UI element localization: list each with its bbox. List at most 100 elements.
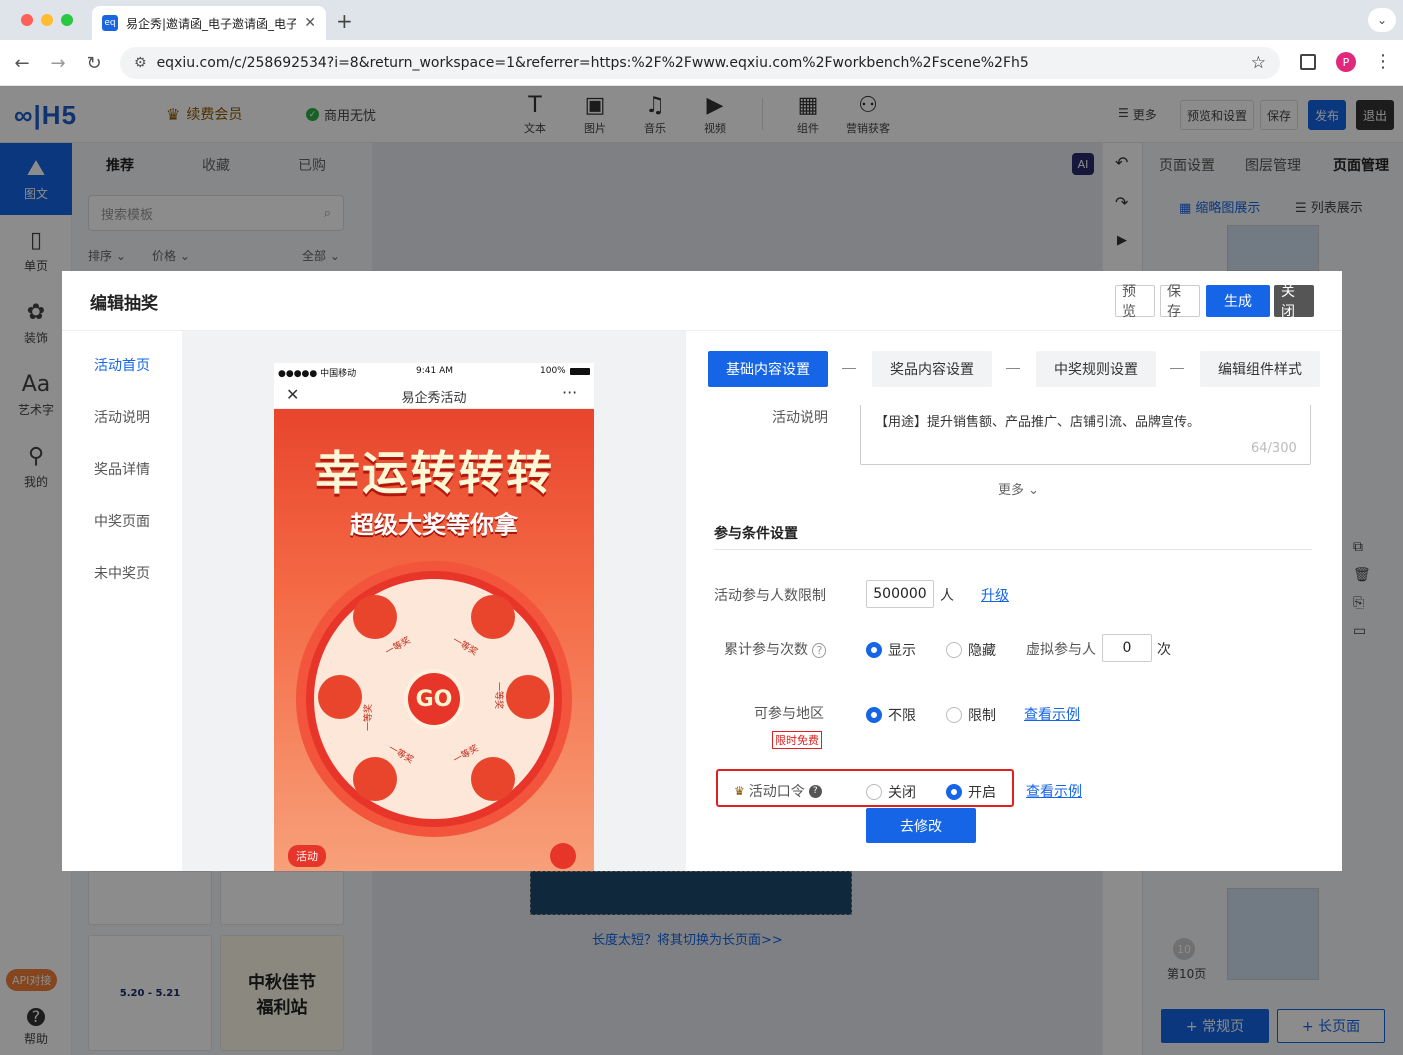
radio-selected-icon <box>946 784 962 800</box>
virtual-participants-input[interactable]: 0 <box>1102 634 1152 662</box>
carrier-label: ●●●●● 中国移动 <box>278 369 357 379</box>
chevron-down-icon: ⌄ <box>1028 483 1040 498</box>
modal-close-button[interactable]: 关闭 <box>1274 284 1314 320</box>
radio-selected-icon <box>866 707 882 723</box>
browser-tab-bar: eq 易企秀|邀请函_电子邀请函_电子 ✕ + ⌄ <box>0 0 1403 40</box>
radio-label: 不限 <box>888 708 916 724</box>
limit-label: 活动参与人数限制 <box>714 588 826 604</box>
step-style[interactable]: 编辑组件样式 <box>1200 351 1320 387</box>
modal-title: 编辑抽奖 <box>90 294 158 314</box>
battery-label: 100% <box>540 366 566 376</box>
prize-icon <box>471 595 515 639</box>
region-label: 可参与地区 <box>754 706 824 722</box>
participant-limit-input[interactable]: 500000 <box>866 580 934 608</box>
step-prizes[interactable]: 奖品内容设置 <box>872 351 992 387</box>
radio-label: 开启 <box>968 785 996 801</box>
password-on-radio[interactable]: 开启 <box>946 782 996 802</box>
modal-header: 编辑抽奖 预览 保存 生成 关闭 <box>62 271 1342 331</box>
radio-label: 关闭 <box>888 785 916 801</box>
tab-list-icon[interactable]: ⌄ <box>1368 8 1396 32</box>
side-item-win-page[interactable]: 中奖页面 <box>94 511 150 531</box>
battery-icon <box>570 368 590 375</box>
side-item-description[interactable]: 活动说明 <box>94 407 150 427</box>
upgrade-link[interactable]: 升级 <box>981 585 1009 605</box>
phone-preview: ●●●●● 中国移动 9:41 AM 100% ✕ 易企秀活动 ··· 幸运转转… <box>274 363 594 871</box>
prize-icon <box>353 757 397 801</box>
virtual-label: 虚拟参与人 <box>1026 642 1096 658</box>
region-limited-radio[interactable]: 限制 <box>946 705 996 725</box>
reload-icon[interactable]: ↻ <box>84 53 104 74</box>
site-favicon-icon: eq <box>102 15 118 31</box>
radio-selected-icon <box>866 642 882 658</box>
phone-nav-bar: ✕ 易企秀活动 ··· <box>274 381 594 409</box>
prize-icon <box>506 675 550 719</box>
lottery-banner: 幸运转转转 超级大奖等你拿 一等奖 一等奖 一等奖 一等奖 一等奖 一等奖 GO… <box>274 409 594 871</box>
close-window-icon[interactable] <box>21 14 33 26</box>
prize-icon <box>471 757 515 801</box>
more-toggle[interactable]: 更多 ⌄ <box>998 479 1039 498</box>
side-item-home[interactable]: 活动首页 <box>94 355 150 375</box>
radio-label: 显示 <box>888 643 916 659</box>
bottom-badge: 活动 <box>288 845 326 867</box>
radio-empty-icon <box>946 707 962 723</box>
url-text: eqxiu.com/c/258692534?i=8&return_workspa… <box>156 55 1029 71</box>
radio-empty-icon <box>866 784 882 800</box>
prize-label: 一等奖 <box>364 703 375 732</box>
section-divider <box>714 549 1312 550</box>
step-separator <box>1006 368 1020 369</box>
prize-icon <box>318 675 362 719</box>
site-settings-icon[interactable]: ⚙ <box>134 55 147 71</box>
go-button: GO <box>404 669 464 729</box>
maximize-window-icon[interactable] <box>61 14 73 26</box>
side-panel-icon[interactable] <box>1300 54 1316 70</box>
side-item-prizes[interactable]: 奖品详情 <box>94 459 150 479</box>
region-example-link[interactable]: 查看示例 <box>1024 704 1080 724</box>
prize-label: 一等奖 <box>493 681 504 710</box>
step-separator <box>1170 368 1184 369</box>
radio-label: 限制 <box>968 708 996 724</box>
minimize-window-icon[interactable] <box>41 14 53 26</box>
address-bar[interactable]: ⚙ eqxiu.com/c/258692534?i=8&return_works… <box>120 47 1280 79</box>
section-title: 参与条件设置 <box>714 526 798 542</box>
region-unlimited-radio[interactable]: 不限 <box>866 705 916 725</box>
desc-label: 活动说明 <box>772 410 828 426</box>
phone-more-icon: ··· <box>562 383 578 402</box>
profile-avatar[interactable]: P <box>1336 52 1356 72</box>
back-icon[interactable]: ← <box>12 53 32 74</box>
description-text: 【用途】提升销售额、产品推广、店铺引流、品牌宣传。 <box>875 415 1201 430</box>
side-item-lose-page[interactable]: 未中奖页 <box>94 563 150 583</box>
step-basic[interactable]: 基础内容设置 <box>708 351 828 387</box>
banner-title: 幸运转转转 <box>314 446 554 500</box>
password-off-radio[interactable]: 关闭 <box>866 782 916 802</box>
count-label: 累计参与次数 ? <box>724 639 827 659</box>
bookmark-star-icon[interactable]: ☆ <box>1251 53 1266 73</box>
forward-icon[interactable]: → <box>48 53 68 74</box>
tab-title: 易企秀|邀请函_电子邀请函_电子 <box>126 16 297 31</box>
prize-icon <box>353 595 397 639</box>
generate-button[interactable]: 生成 <box>1206 285 1270 317</box>
browser-tab[interactable]: eq 易企秀|邀请函_电子邀请函_电子 ✕ <box>92 6 326 40</box>
time-label: 9:41 AM <box>416 366 453 376</box>
radio-label: 隐藏 <box>968 643 996 659</box>
radio-empty-icon <box>946 642 962 658</box>
modal-save-button[interactable]: 保存 <box>1160 284 1200 320</box>
preview-button[interactable]: 预览 <box>1115 284 1155 320</box>
settings-panel: 基础内容设置 奖品内容设置 中奖规则设置 编辑组件样式 活动说明 【用途】提升销… <box>686 331 1342 871</box>
count-hide-radio[interactable]: 隐藏 <box>946 640 996 660</box>
phone-status-bar: ●●●●● 中国移动 9:41 AM 100% <box>274 363 594 381</box>
step-rules[interactable]: 中奖规则设置 <box>1036 351 1156 387</box>
char-counter: 64/300 <box>1251 441 1297 456</box>
tab-close-icon[interactable]: ✕ <box>304 15 316 31</box>
new-tab-icon[interactable]: + <box>336 9 353 33</box>
description-textarea[interactable]: 【用途】提升销售额、产品推广、店铺引流、品牌宣传。 64/300 <box>860 405 1311 465</box>
limit-unit: 人 <box>940 588 954 604</box>
go-modify-button[interactable]: 去修改 <box>866 808 976 843</box>
lucky-wheel: 一等奖 一等奖 一等奖 一等奖 一等奖 一等奖 GO <box>296 561 572 837</box>
help-circle-icon: ? <box>812 643 827 658</box>
browser-menu-icon[interactable]: ⋮ <box>1374 51 1392 72</box>
free-badge: 限时免费 <box>772 731 822 749</box>
count-show-radio[interactable]: 显示 <box>866 640 916 660</box>
lottery-editor-modal: 编辑抽奖 预览 保存 生成 关闭 活动首页 活动说明 奖品详情 中奖页面 未中奖… <box>62 271 1342 871</box>
password-example-link[interactable]: 查看示例 <box>1026 781 1082 801</box>
browser-toolbar: ← → ↻ ⚙ eqxiu.com/c/258692534?i=8&return… <box>0 40 1403 86</box>
